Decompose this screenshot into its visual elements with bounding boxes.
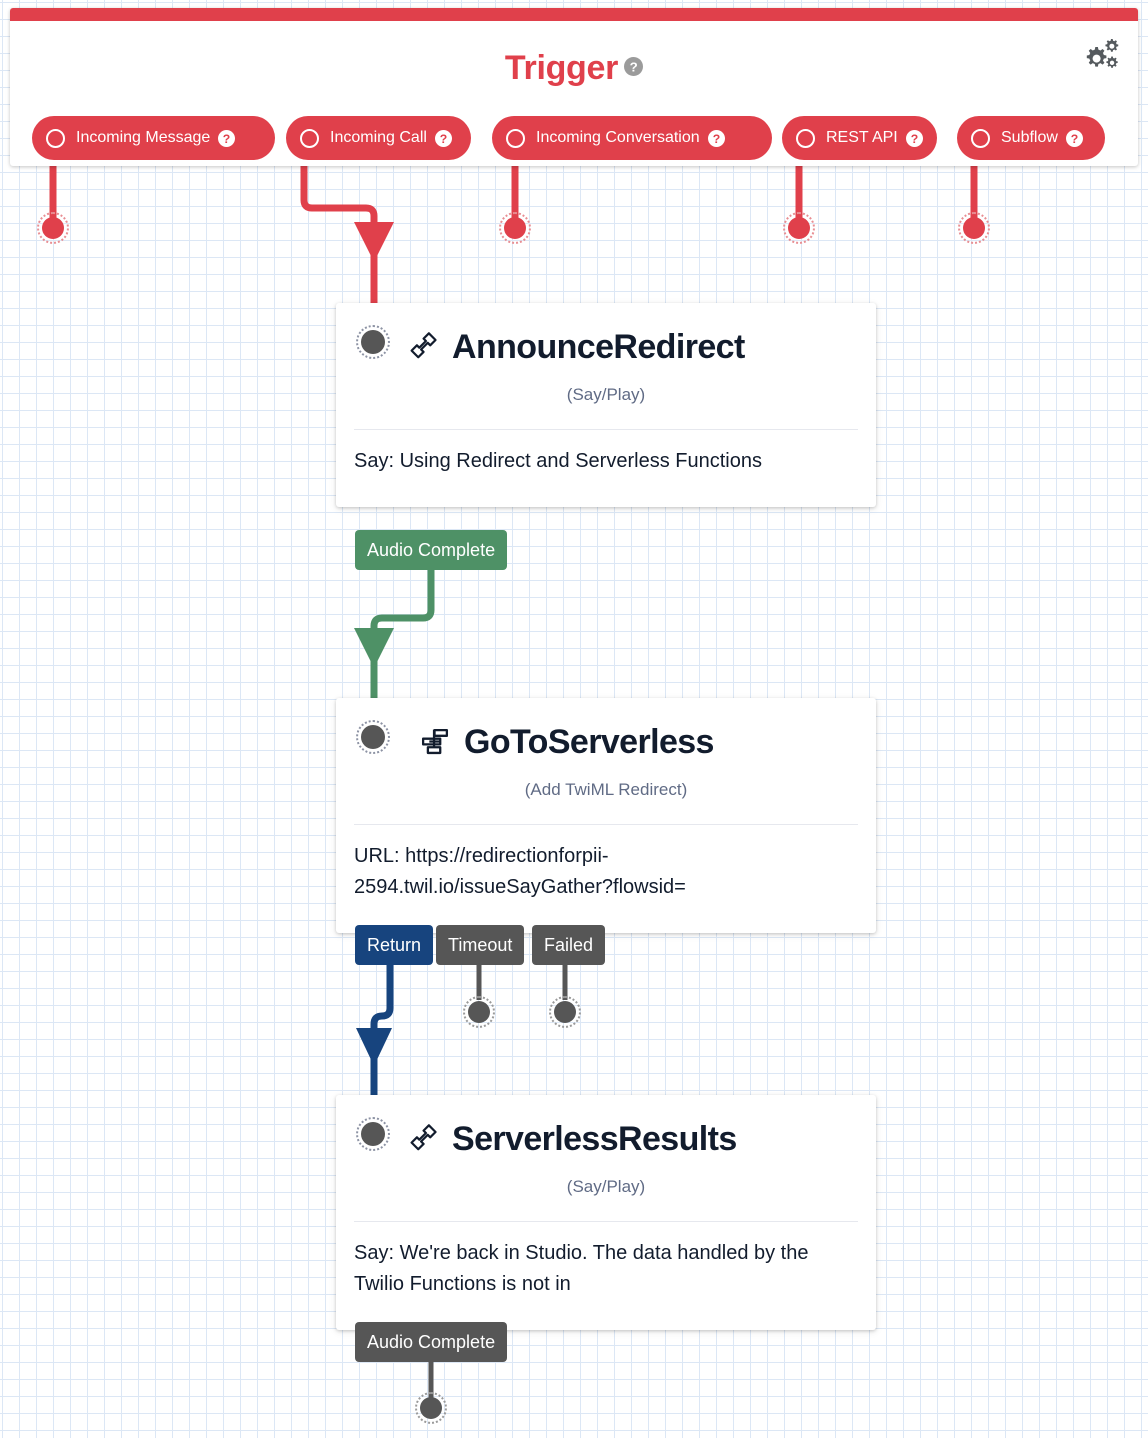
trigger-pill-label: Incoming Call (330, 129, 427, 146)
output-label-return[interactable]: Return (355, 925, 434, 965)
trigger-pill-label: Incoming Conversation (536, 129, 700, 146)
output-label-text: Audio Complete (367, 1331, 496, 1352)
endpoint-dot-incoming-conversation[interactable] (499, 212, 531, 244)
phone-handset-icon (410, 1124, 437, 1151)
output-label-text: Timeout (448, 934, 513, 955)
widget-card-serverless-results[interactable]: ServerlessResults (Say/Play) Say: We're … (336, 1095, 876, 1330)
widget-header: AnnounceRedirect (Say/Play) (336, 303, 876, 415)
widget-input-port[interactable] (356, 325, 390, 359)
help-icon[interactable]: ? (707, 129, 725, 147)
endpoint-dot-audio-complete[interactable] (415, 1392, 447, 1424)
trigger-panel[interactable]: Trigger? Incoming Message ? Incoming Cal… (10, 8, 1138, 166)
endpoint-dot-rest-api[interactable] (783, 212, 815, 244)
output-port-icon (971, 128, 990, 148)
widget-body-text: URL: https://redirectionforpii-2594.twil… (354, 845, 686, 898)
trigger-title-row: Trigger? (10, 48, 1138, 88)
trigger-pill-incoming-message[interactable]: Incoming Message ? (32, 116, 275, 160)
endpoint-dot-failed[interactable] (549, 996, 581, 1028)
widget-type: (Say/Play) (566, 385, 646, 404)
endpoint-dot-incoming-message[interactable] (37, 212, 69, 244)
twiml-redirect-icon (421, 728, 449, 755)
svg-text:?: ? (1071, 131, 1079, 145)
output-label-text: Failed (544, 934, 594, 955)
help-icon[interactable]: ? (218, 129, 236, 147)
svg-text:?: ? (630, 59, 638, 74)
widget-type: (Add TwiML Redirect) (524, 780, 688, 799)
widget-input-port[interactable] (356, 720, 390, 754)
endpoint-dot-subflow[interactable] (958, 212, 990, 244)
trigger-help-icon[interactable]: ? (624, 57, 644, 76)
svg-text:?: ? (440, 131, 448, 145)
page-title: Trigger (504, 49, 619, 87)
trigger-pill-rest-api[interactable]: REST API ? (782, 116, 937, 160)
output-label-timeout[interactable]: Timeout (436, 925, 525, 965)
svg-text:?: ? (712, 131, 720, 145)
flow-canvas[interactable]: Trigger? Incoming Message ? Incoming Cal… (0, 0, 1148, 1438)
widget-header: ServerlessResults (Say/Play) (336, 1095, 876, 1207)
help-icon[interactable]: ? (1065, 129, 1083, 147)
output-label-text: Audio Complete (367, 539, 496, 560)
widget-input-port[interactable] (356, 1117, 390, 1151)
widget-name: ServerlessResults (452, 1120, 737, 1158)
widget-card-goto-serverless[interactable]: GoToServerless (Add TwiML Redirect) URL:… (336, 698, 876, 933)
widget-name: GoToServerless (464, 723, 714, 761)
help-icon[interactable]: ? (434, 129, 452, 147)
widget-type: (Say/Play) (566, 1177, 646, 1196)
output-label-failed[interactable]: Failed (532, 925, 606, 965)
output-label-audio-complete[interactable]: Audio Complete (355, 1322, 508, 1362)
output-label-audio-complete[interactable]: Audio Complete (355, 530, 508, 570)
endpoint-dot-timeout[interactable] (463, 996, 495, 1028)
widget-header: GoToServerless (Add TwiML Redirect) (336, 698, 876, 810)
widget-name: AnnounceRedirect (452, 328, 745, 366)
trigger-pill-incoming-call[interactable]: Incoming Call ? (286, 116, 471, 160)
output-port-icon (300, 128, 319, 148)
output-port-icon (796, 128, 815, 148)
output-port-icon (46, 128, 65, 148)
trigger-pill-subflow[interactable]: Subflow ? (957, 116, 1105, 160)
phone-handset-icon (410, 332, 437, 359)
trigger-pill-label: Subflow (1001, 129, 1058, 146)
help-icon[interactable]: ? (905, 129, 923, 147)
gear-icon[interactable] (1080, 36, 1122, 74)
svg-text:?: ? (910, 131, 918, 145)
trigger-accent-bar (10, 8, 1138, 21)
trigger-pill-incoming-conversation[interactable]: Incoming Conversation ? (492, 116, 772, 160)
widget-body-text: Say: We're back in Studio. The data hand… (354, 1242, 809, 1295)
svg-text:?: ? (223, 131, 231, 145)
trigger-pill-label: Incoming Message (76, 129, 211, 146)
output-port-icon (506, 128, 525, 148)
trigger-pill-label: REST API (826, 129, 898, 146)
widget-card-announce-redirect[interactable]: AnnounceRedirect (Say/Play) Say: Using R… (336, 303, 876, 507)
widget-body-text: Say: Using Redirect and Serverless Funct… (354, 450, 762, 472)
output-label-text: Return (367, 934, 422, 955)
